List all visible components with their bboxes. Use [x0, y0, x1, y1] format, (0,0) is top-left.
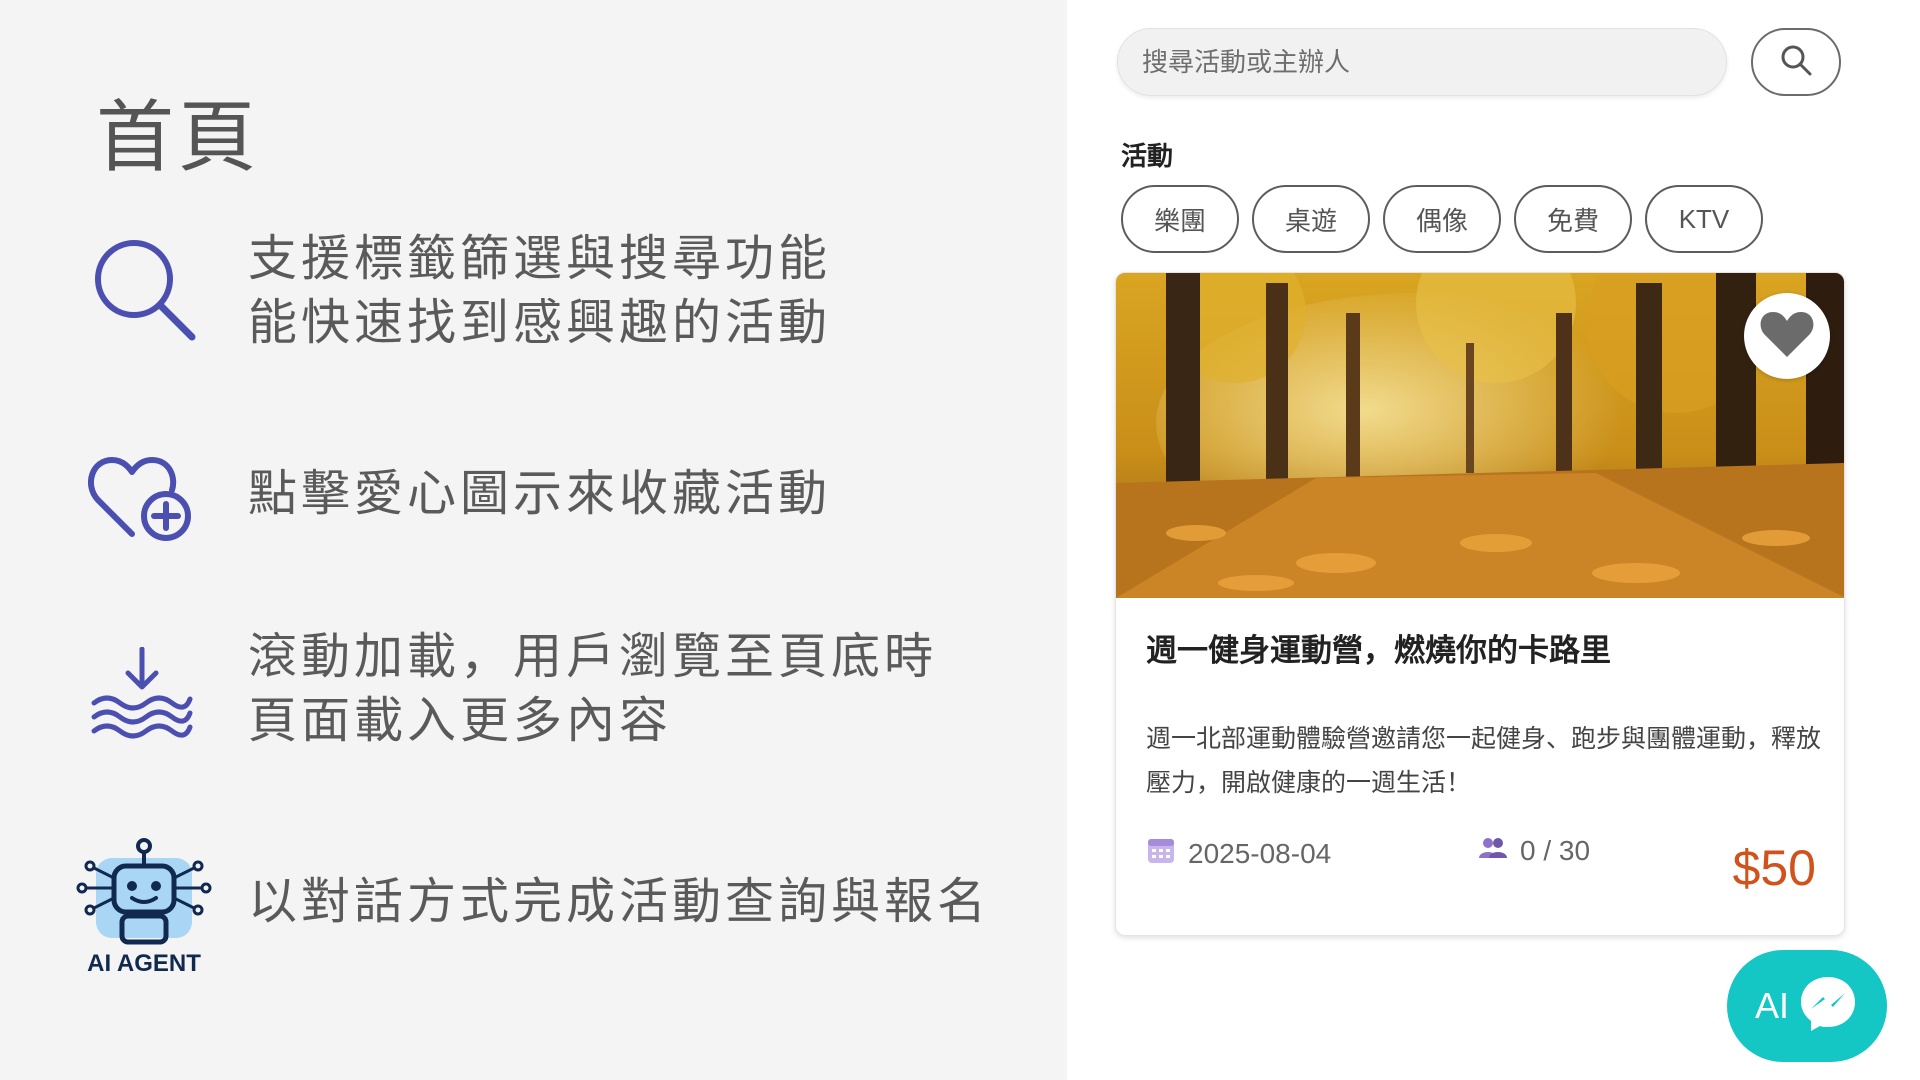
feature-slide: 首頁 支援標籤篩選與搜尋功能 能快速找到感興趣的活動 點擊愛心圖示來收藏活動 滾… [0, 0, 1067, 1080]
ai-button-label: AI [1754, 985, 1789, 1026]
event-title: 週一健身運動營，燃燒你的卡路里 [1146, 633, 1611, 668]
section-label: 活動 [1121, 141, 1174, 171]
favorite-button[interactable] [1744, 293, 1830, 379]
page-title: 首頁 [96, 93, 261, 183]
tag-chip[interactable]: 樂團 [1121, 185, 1239, 253]
event-date-text: 2025-08-04 [1188, 837, 1332, 869]
feature-text-line: 能快速找到感興趣的活動 [248, 294, 832, 351]
app-home-screen: 活動 樂團 桌遊 偶像 免費 KTV [1067, 0, 1920, 1080]
feature-text-line: 滾動加載，用戶瀏覽至頁底時 [248, 628, 938, 685]
tag-filter-list: 樂團 桌遊 偶像 免費 KTV [1121, 185, 1763, 253]
search-icon [1779, 43, 1813, 81]
event-description: 週一北部運動體驗營邀請您一起健身、跑步與團體運動，釋放壓力，開啟健康的一週生活！ [1146, 725, 1822, 797]
tag-chip[interactable]: KTV [1645, 185, 1763, 253]
heart-icon [1759, 309, 1815, 363]
feature-text-line: 點擊愛心圖示來收藏活動 [248, 465, 832, 522]
feature-text-line: 頁面載入更多內容 [248, 692, 673, 749]
event-price: $50 [1732, 840, 1816, 896]
search-icon [88, 233, 200, 349]
search-button[interactable] [1751, 28, 1841, 96]
participant-count: 0 / 30 [1520, 835, 1591, 866]
heart-plus-icon [87, 452, 194, 546]
tag-chip[interactable]: 免費 [1514, 185, 1632, 253]
event-date: 2025-08-04 [1146, 835, 1331, 872]
calendar-icon [1146, 835, 1176, 872]
ai-agent-label: AI AGENT [87, 950, 201, 977]
feature-text-line: 支援標籤篩選與搜尋功能 [248, 230, 832, 287]
messenger-icon [1797, 973, 1859, 1039]
event-participants: 0 / 30 [1478, 835, 1590, 867]
tag-chip[interactable]: 桌遊 [1252, 185, 1370, 253]
event-photo [1116, 273, 1844, 598]
search-input[interactable] [1117, 28, 1727, 96]
event-card[interactable]: 週一健身運動營，燃燒你的卡路里 週一北部運動體驗營邀請您一起健身、跑步與團體運動… [1115, 272, 1845, 936]
tag-chip[interactable]: 偶像 [1383, 185, 1501, 253]
ai-chat-button[interactable]: AI [1727, 950, 1887, 1062]
feature-text-line: 以對話方式完成活動查詢與報名 [248, 873, 991, 930]
people-icon [1478, 835, 1508, 867]
scroll-load-icon [90, 646, 194, 743]
robot-icon: AI AGENT [72, 838, 216, 978]
